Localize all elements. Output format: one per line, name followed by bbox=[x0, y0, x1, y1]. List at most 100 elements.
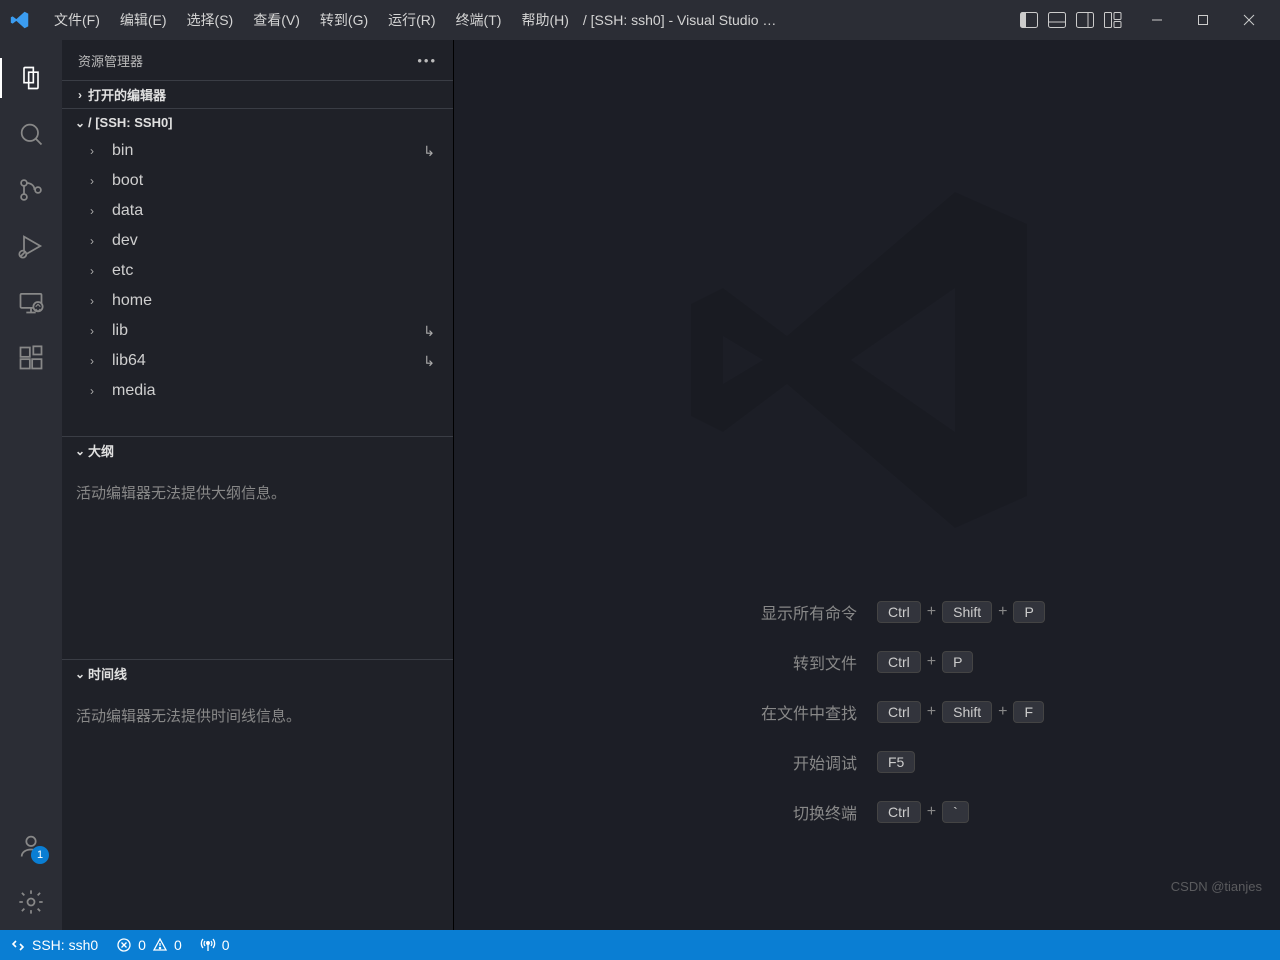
status-bar: SSH: ssh0 0 0 0 bbox=[0, 930, 1280, 960]
kbd-key: Shift bbox=[942, 601, 992, 623]
chevron-down-icon: ⌄ bbox=[72, 444, 88, 458]
shortcut-row: 开始调试 F5 bbox=[454, 750, 1280, 774]
status-remote[interactable]: SSH: ssh0 bbox=[10, 937, 98, 953]
folder-media[interactable]: ›media bbox=[62, 376, 453, 406]
activity-settings-gear-icon[interactable] bbox=[7, 878, 55, 926]
explorer-sidebar: 资源管理器 ••• › 打开的编辑器 ⌄ / [SSH: SSH0] ›bin↳… bbox=[62, 40, 454, 930]
status-ports[interactable]: 0 bbox=[200, 937, 230, 953]
activity-run-debug-icon[interactable] bbox=[7, 222, 55, 270]
kbd-key: P bbox=[942, 651, 973, 673]
chevron-right-icon: › bbox=[90, 264, 106, 278]
menu-go[interactable]: 转到(G) bbox=[310, 6, 378, 34]
kbd-key: Ctrl bbox=[877, 801, 921, 823]
welcome-shortcuts: 显示所有命令 Ctrl+Shift+P 转到文件 Ctrl+P 在文件中查找 Ctrl+S… bbox=[454, 600, 1280, 824]
chevron-right-icon: › bbox=[90, 294, 106, 308]
sidebar-more-icon[interactable]: ••• bbox=[417, 53, 437, 68]
vscode-logo-icon bbox=[8, 8, 32, 32]
activity-accounts-icon[interactable]: 1 bbox=[7, 822, 55, 870]
activity-remote-explorer-icon[interactable] bbox=[7, 278, 55, 326]
vscode-watermark-icon bbox=[667, 160, 1067, 560]
shortcut-keys: F5 bbox=[877, 751, 1097, 773]
menu-selection[interactable]: 选择(S) bbox=[177, 6, 244, 34]
chevron-right-icon: › bbox=[90, 204, 106, 218]
chevron-right-icon: › bbox=[90, 354, 106, 368]
activity-search-icon[interactable] bbox=[7, 110, 55, 158]
shortcut-keys: Ctrl+` bbox=[877, 801, 1097, 823]
chevron-right-icon: › bbox=[90, 174, 106, 188]
layout-controls bbox=[1018, 9, 1124, 31]
toggle-secondary-sidebar-icon[interactable] bbox=[1074, 9, 1096, 31]
folder-lib64[interactable]: ›lib64↳ bbox=[62, 346, 453, 376]
toggle-primary-sidebar-icon[interactable] bbox=[1018, 9, 1040, 31]
menu-view[interactable]: 查看(V) bbox=[243, 6, 310, 34]
shortcut-label: 转到文件 bbox=[637, 650, 857, 674]
shortcut-keys: Ctrl+Shift+F bbox=[877, 701, 1097, 723]
chevron-right-icon: › bbox=[90, 234, 106, 248]
shortcut-row: 切换终端 Ctrl+` bbox=[454, 800, 1280, 824]
kbd-key: F bbox=[1013, 701, 1044, 723]
chevron-down-icon: ⌄ bbox=[72, 116, 88, 130]
symlink-icon: ↳ bbox=[423, 353, 435, 370]
section-workspace[interactable]: ⌄ / [SSH: SSH0] bbox=[62, 108, 453, 136]
warning-icon bbox=[152, 937, 168, 953]
chevron-right-icon: › bbox=[90, 384, 106, 398]
activity-bar: 1 bbox=[0, 40, 62, 930]
radio-tower-icon bbox=[200, 937, 216, 953]
chevron-right-icon: › bbox=[90, 144, 106, 158]
shortcut-row: 转到文件 Ctrl+P bbox=[454, 650, 1280, 674]
titlebar: 文件(F) 编辑(E) 选择(S) 查看(V) 转到(G) 运行(R) 终端(T… bbox=[0, 0, 1280, 40]
menu-edit[interactable]: 编辑(E) bbox=[110, 6, 177, 34]
shortcut-keys: Ctrl+P bbox=[877, 651, 1097, 673]
menu-terminal[interactable]: 终端(T) bbox=[446, 6, 512, 34]
folder-data[interactable]: ›data bbox=[62, 196, 453, 226]
window-close-button[interactable] bbox=[1226, 0, 1272, 40]
folder-bin[interactable]: ›bin↳ bbox=[62, 136, 453, 166]
symlink-icon: ↳ bbox=[423, 323, 435, 340]
menu-run[interactable]: 运行(R) bbox=[378, 6, 445, 34]
window-title: / [SSH: ssh0] - Visual Studio … bbox=[579, 12, 777, 28]
toggle-panel-icon[interactable] bbox=[1046, 9, 1068, 31]
symlink-icon: ↳ bbox=[423, 143, 435, 160]
outline-empty-msg: 活动编辑器无法提供大纲信息。 bbox=[62, 464, 453, 659]
kbd-key: Ctrl bbox=[877, 701, 921, 723]
shortcut-label: 开始调试 bbox=[637, 750, 857, 774]
menu-file[interactable]: 文件(F) bbox=[44, 6, 110, 34]
shortcut-label: 在文件中查找 bbox=[637, 700, 857, 724]
folder-boot[interactable]: ›boot bbox=[62, 166, 453, 196]
folder-lib[interactable]: ›lib↳ bbox=[62, 316, 453, 346]
menu-help[interactable]: 帮助(H) bbox=[511, 6, 578, 34]
folder-dev[interactable]: ›dev bbox=[62, 226, 453, 256]
kbd-key: ` bbox=[942, 801, 969, 823]
sidebar-title: 资源管理器 ••• bbox=[62, 40, 453, 80]
section-open-editors[interactable]: › 打开的编辑器 bbox=[62, 80, 453, 108]
chevron-right-icon: › bbox=[72, 88, 88, 102]
customize-layout-icon[interactable] bbox=[1102, 9, 1124, 31]
remote-icon bbox=[10, 938, 26, 952]
chevron-right-icon: › bbox=[90, 324, 106, 338]
kbd-key: Shift bbox=[942, 701, 992, 723]
status-problems[interactable]: 0 0 bbox=[116, 937, 182, 953]
folder-etc[interactable]: ›etc bbox=[62, 256, 453, 286]
section-timeline[interactable]: ⌄ 时间线 bbox=[62, 659, 453, 687]
kbd-key: Ctrl bbox=[877, 601, 921, 623]
window-minimize-button[interactable] bbox=[1134, 0, 1180, 40]
shortcut-keys: Ctrl+Shift+P bbox=[877, 601, 1097, 623]
kbd-key: F5 bbox=[877, 751, 915, 773]
accounts-badge: 1 bbox=[31, 846, 49, 864]
shortcut-label: 切换终端 bbox=[637, 800, 857, 824]
activity-source-control-icon[interactable] bbox=[7, 166, 55, 214]
file-tree: ›bin↳›boot›data›dev›etc›home›lib↳›lib64↳… bbox=[62, 136, 453, 436]
timeline-empty-msg: 活动编辑器无法提供时间线信息。 bbox=[62, 687, 453, 744]
kbd-key: P bbox=[1013, 601, 1044, 623]
editor-area: 显示所有命令 Ctrl+Shift+P 转到文件 Ctrl+P 在文件中查找 Ctrl+S… bbox=[454, 40, 1280, 930]
shortcut-label: 显示所有命令 bbox=[637, 600, 857, 624]
watermark-text: CSDN @tianjes bbox=[1171, 879, 1262, 894]
shortcut-row: 显示所有命令 Ctrl+Shift+P bbox=[454, 600, 1280, 624]
activity-extensions-icon[interactable] bbox=[7, 334, 55, 382]
section-outline[interactable]: ⌄ 大纲 bbox=[62, 436, 453, 464]
activity-explorer-icon[interactable] bbox=[7, 54, 55, 102]
folder-home[interactable]: ›home bbox=[62, 286, 453, 316]
chevron-down-icon: ⌄ bbox=[72, 667, 88, 681]
kbd-key: Ctrl bbox=[877, 651, 921, 673]
window-maximize-button[interactable] bbox=[1180, 0, 1226, 40]
